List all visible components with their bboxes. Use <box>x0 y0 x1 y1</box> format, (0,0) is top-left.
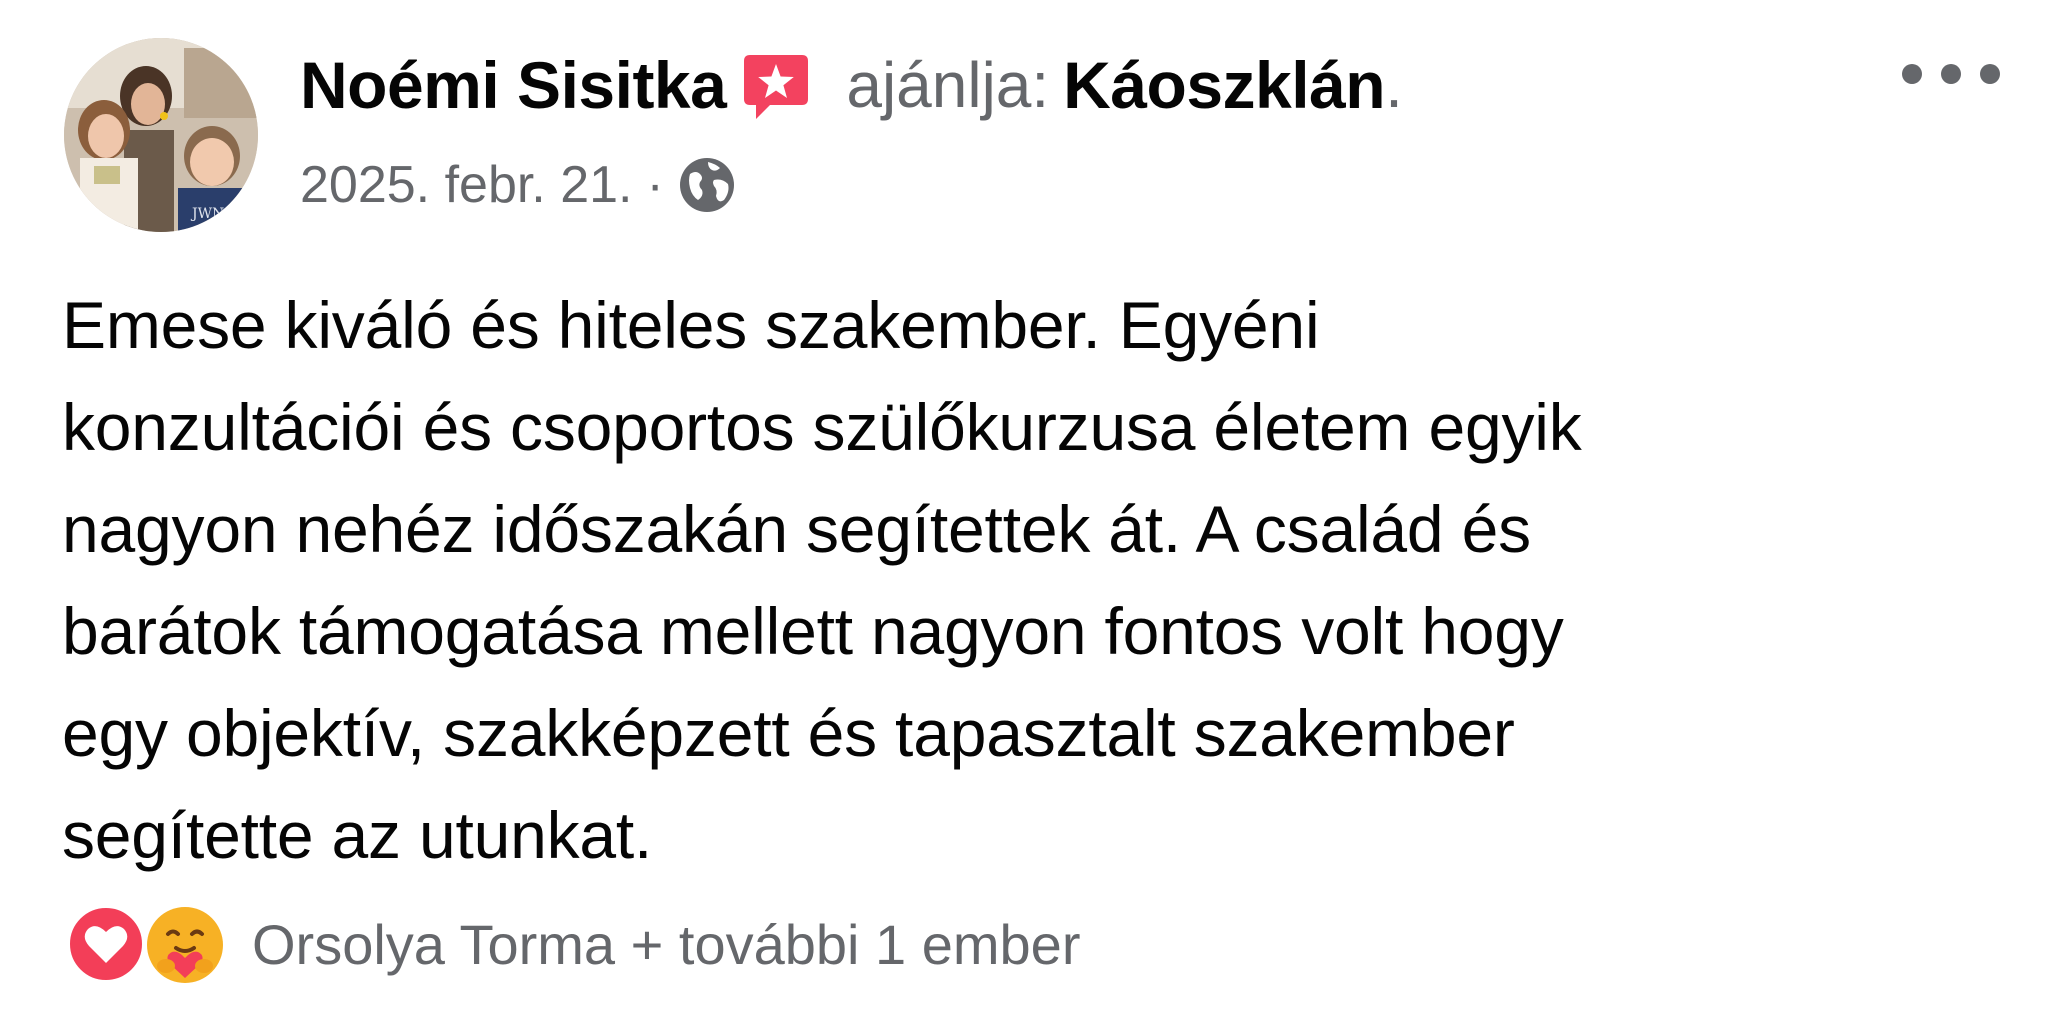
svg-text:JWN: JWN <box>190 206 224 222</box>
recommended-page-name[interactable]: Káoszklán <box>1063 47 1385 123</box>
more-options-icon-dot <box>1941 64 1961 84</box>
recommendation-post: JWN Noémi Sisitka ajánlja: Káoszklán. 20… <box>0 0 2048 1029</box>
reactors-text[interactable]: Orsolya Torma + további 1 ember <box>252 912 1080 977</box>
more-options-icon <box>1902 64 1922 84</box>
avatar-photo: JWN <box>64 38 258 232</box>
reactions-summary[interactable]: Orsolya Torma + további 1 ember <box>66 900 1080 988</box>
recommends-label: ajánlja: <box>846 49 1050 121</box>
reaction-icons <box>66 900 234 988</box>
author-name[interactable]: Noémi Sisitka <box>300 47 727 123</box>
author-avatar[interactable]: JWN <box>64 38 258 232</box>
recommendation-badge-icon <box>740 51 812 123</box>
post-meta: 2025. febr. 21. · <box>300 150 736 220</box>
more-options-button[interactable] <box>1902 50 2000 98</box>
post-timestamp[interactable]: 2025. febr. 21. <box>300 155 633 215</box>
post-header: Noémi Sisitka ajánlja: Káoszklán. <box>300 42 1403 128</box>
post-text: Emese kiváló és hiteles szakember. Egyén… <box>62 288 1582 872</box>
love-reaction-icon <box>66 904 146 984</box>
page-name-period: . <box>1385 49 1403 121</box>
more-options-icon-dot <box>1980 64 2000 84</box>
care-reaction-icon <box>144 904 226 986</box>
meta-separator: · <box>646 156 664 214</box>
globe-icon[interactable] <box>678 156 736 214</box>
